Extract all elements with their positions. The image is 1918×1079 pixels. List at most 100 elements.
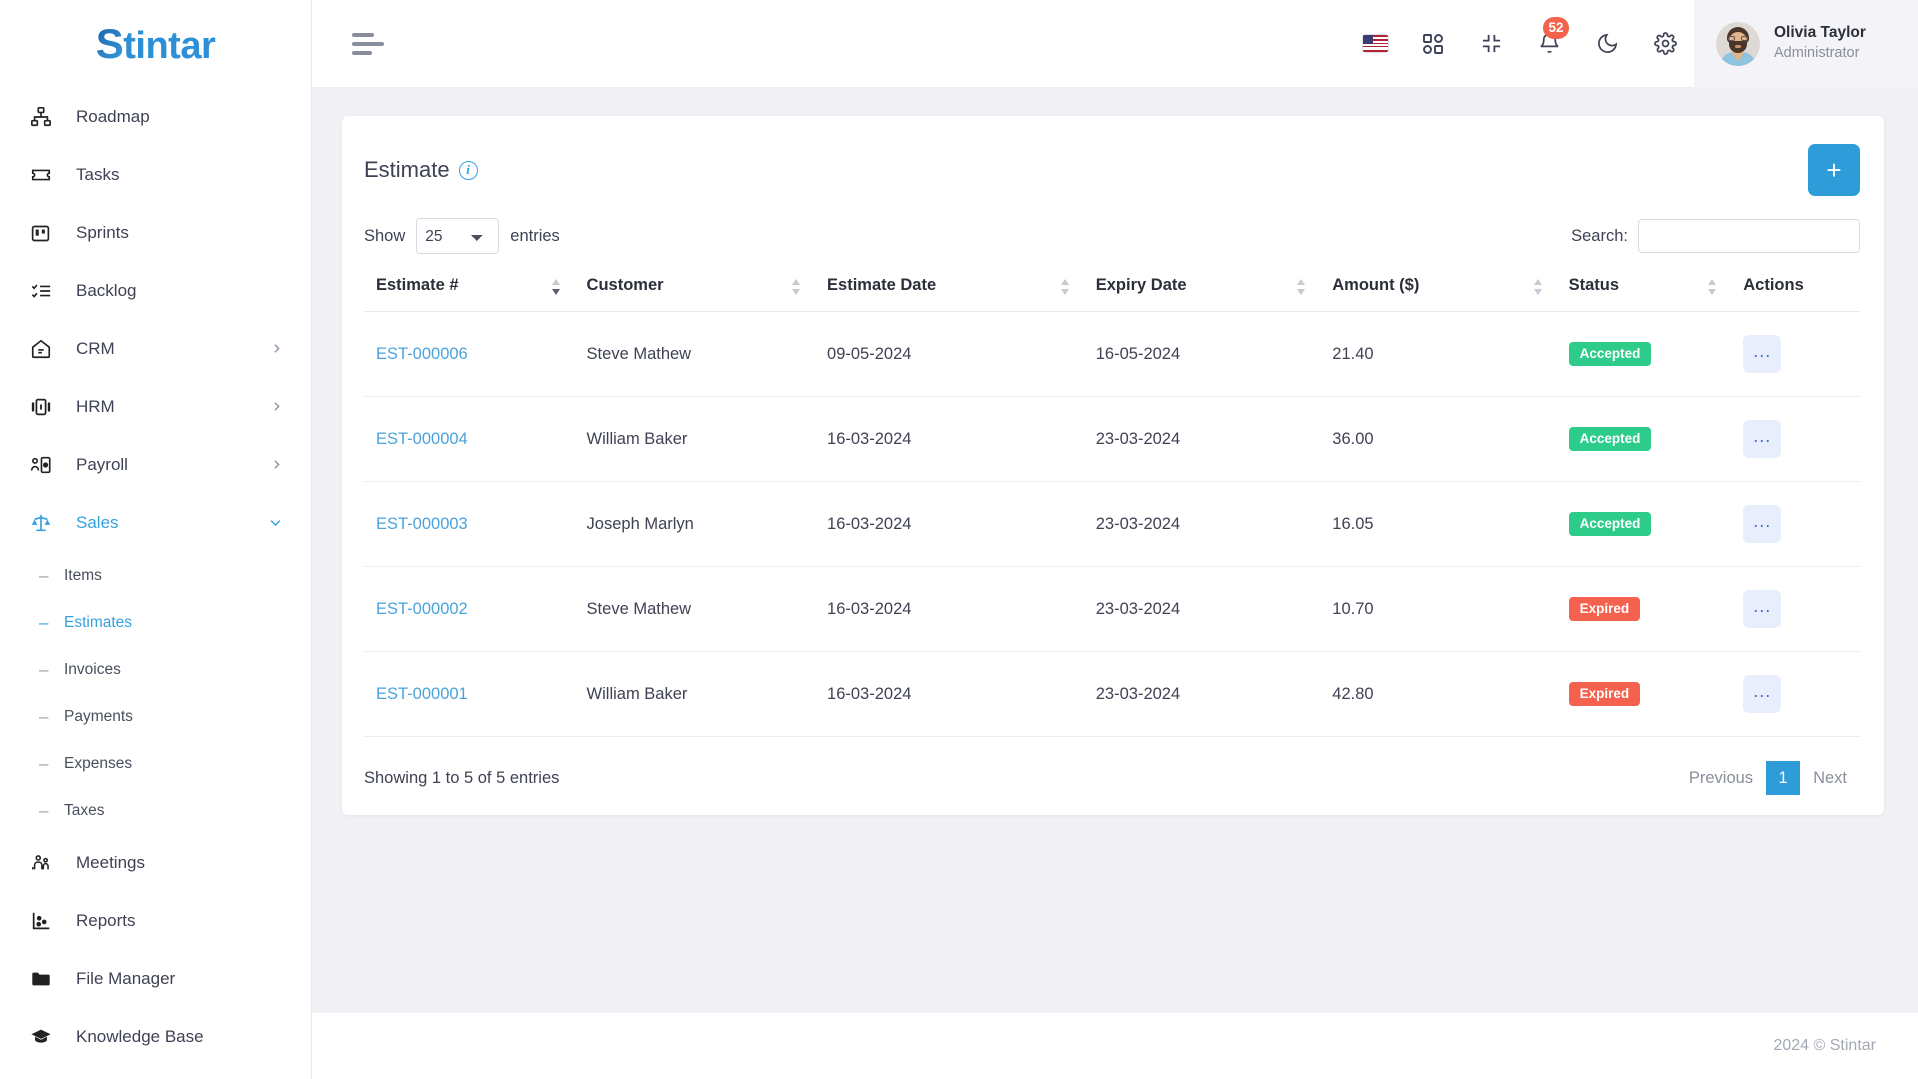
column-header-estimate-date[interactable]: Estimate Date xyxy=(827,262,1096,312)
theme-toggle[interactable] xyxy=(1578,0,1636,88)
table-wrapper: Estimate # Customer Estimate Date Expiry… xyxy=(342,262,1884,737)
apps-grid-icon[interactable] xyxy=(1404,0,1462,88)
sidebar-item-backlog[interactable]: Backlog xyxy=(0,262,311,320)
pagination-page-1[interactable]: 1 xyxy=(1766,761,1801,795)
sidebar-item-hrm[interactable]: HRM xyxy=(0,378,311,436)
graduation-cap-icon xyxy=(30,1026,56,1048)
search-label: Search: xyxy=(1571,226,1628,245)
sidebar-item-label: Payroll xyxy=(76,455,128,474)
sort-arrows-icon xyxy=(1708,278,1717,296)
column-label: Customer xyxy=(586,276,664,294)
main-area: 52 Olivia Taylor Administrator Estimate … xyxy=(312,0,1918,1079)
sidebar-item-sales[interactable]: Sales xyxy=(0,494,311,552)
moon-icon xyxy=(1597,33,1617,53)
chevron-right-icon xyxy=(270,342,283,357)
search-control: Search: xyxy=(1571,219,1860,253)
column-header-status[interactable]: Status xyxy=(1568,262,1744,312)
language-selector[interactable] xyxy=(1346,0,1404,88)
notifications-button[interactable]: 52 xyxy=(1520,0,1578,88)
sidebar-item-knowledge-base[interactable]: Knowledge Base xyxy=(0,1008,311,1066)
sidebar-item-label: Sprints xyxy=(76,223,129,242)
sidebar-subitem-label: Taxes xyxy=(64,801,105,819)
hamburger-line xyxy=(352,50,372,55)
sort-arrows-icon xyxy=(792,278,801,296)
sidebar-subitem-estimates[interactable]: – Estimates xyxy=(0,599,311,646)
brand-logo[interactable]: Stintar xyxy=(0,0,311,88)
avatar xyxy=(1716,21,1760,66)
add-estimate-button[interactable]: + xyxy=(1808,144,1860,196)
pagination-next[interactable]: Next xyxy=(1800,761,1860,795)
cell-estimate-date: 16-03-2024 xyxy=(827,396,1096,482)
sidebar-subitem-payments[interactable]: – Payments xyxy=(0,693,311,740)
table-body: EST-000006 Steve Mathew 09-05-2024 16-05… xyxy=(364,311,1860,737)
sidebar-item-label: Tasks xyxy=(76,165,120,184)
sidebar-item-label: HRM xyxy=(76,397,115,416)
sidebar-item-label: Backlog xyxy=(76,281,137,300)
sidebar-item-sprints[interactable]: Sprints xyxy=(0,204,311,262)
entries-info: Showing 1 to 5 of 5 entries xyxy=(364,768,560,787)
sidebar-item-roadmap[interactable]: Roadmap xyxy=(0,88,311,146)
info-icon[interactable]: i xyxy=(458,160,478,180)
user-profile-menu[interactable]: Olivia Taylor Administrator xyxy=(1694,0,1918,88)
status-badge: Accepted xyxy=(1568,342,1652,366)
dash-icon: – xyxy=(39,706,49,726)
column-label: Amount ($) xyxy=(1332,276,1420,294)
estimate-link[interactable]: EST-000006 xyxy=(376,345,468,363)
user-name: Olivia Taylor xyxy=(1774,24,1866,42)
estimate-link[interactable]: EST-000004 xyxy=(376,430,468,448)
search-input[interactable] xyxy=(1638,219,1860,253)
cell-customer: William Baker xyxy=(586,651,828,737)
hamburger-icon[interactable] xyxy=(352,32,386,55)
sidebar-subitem-invoices[interactable]: – Invoices xyxy=(0,646,311,693)
table-row: EST-000001 William Baker 16-03-2024 23-0… xyxy=(364,651,1860,737)
sprints-icon xyxy=(30,222,56,244)
pagination-previous[interactable]: Previous xyxy=(1676,761,1766,795)
column-header-expiry-date[interactable]: Expiry Date xyxy=(1095,262,1333,312)
page-size-select[interactable]: 10 25 50 100 xyxy=(416,218,500,254)
copyright-text: 2024 © Stintar xyxy=(1773,1037,1876,1054)
sidebar-item-crm[interactable]: CRM xyxy=(0,320,311,378)
tasks-icon xyxy=(30,164,56,186)
sidebar-item-reports[interactable]: Reports xyxy=(0,892,311,950)
column-header-customer[interactable]: Customer xyxy=(586,262,828,312)
sidebar-subitem-taxes[interactable]: – Taxes xyxy=(0,787,311,834)
brand-logo-text: Stintar xyxy=(95,20,216,67)
page-footer: 2024 © Stintar xyxy=(312,1013,1918,1079)
page-title-text: Estimate xyxy=(364,157,450,182)
sidebar-item-payroll[interactable]: Payroll xyxy=(0,436,311,494)
estimate-link[interactable]: EST-000001 xyxy=(376,685,468,703)
row-actions-button[interactable]: ... xyxy=(1743,420,1782,458)
cell-customer: Joseph Marlyn xyxy=(586,481,828,567)
crm-icon xyxy=(30,338,56,360)
sort-arrows-icon xyxy=(1533,278,1543,296)
cell-customer: William Baker xyxy=(586,396,828,482)
card-header: Estimate i + xyxy=(342,116,1884,218)
sidebar-item-tasks[interactable]: Tasks xyxy=(0,146,311,204)
sidebar-subitem-items[interactable]: – Items xyxy=(0,552,311,599)
us-flag-icon xyxy=(1362,35,1388,52)
page-title: Estimate i xyxy=(364,157,478,183)
sidebar-item-label: Sales xyxy=(76,513,119,532)
settings-button[interactable] xyxy=(1636,0,1694,88)
cell-amount: 42.80 xyxy=(1332,651,1569,737)
column-header-estimate-number[interactable]: Estimate # xyxy=(364,262,587,312)
column-header-amount[interactable]: Amount ($) xyxy=(1332,262,1569,312)
cell-customer: Steve Mathew xyxy=(586,311,828,397)
table-row: EST-000004 William Baker 16-03-2024 23-0… xyxy=(364,396,1860,482)
estimate-link[interactable]: EST-000003 xyxy=(376,515,468,533)
hamburger-line xyxy=(352,32,374,37)
sidebar-subitem-expenses[interactable]: – Expenses xyxy=(0,740,311,787)
sort-arrows-icon xyxy=(1060,278,1070,296)
row-actions-button[interactable]: ... xyxy=(1743,590,1782,628)
estimate-link[interactable]: EST-000002 xyxy=(376,600,468,618)
dash-icon: – xyxy=(39,612,49,632)
sidebar-item-file-manager[interactable]: File Manager xyxy=(0,950,311,1008)
row-actions-button[interactable]: ... xyxy=(1743,335,1782,373)
sidebar-subitem-label: Payments xyxy=(64,707,133,725)
reports-icon xyxy=(30,910,56,932)
row-actions-button[interactable]: ... xyxy=(1743,675,1782,713)
sidebar-item-meetings[interactable]: Meetings xyxy=(0,834,311,892)
chevron-right-icon xyxy=(270,400,283,415)
row-actions-button[interactable]: ... xyxy=(1743,505,1782,543)
fullscreen-exit-icon[interactable] xyxy=(1462,0,1520,88)
